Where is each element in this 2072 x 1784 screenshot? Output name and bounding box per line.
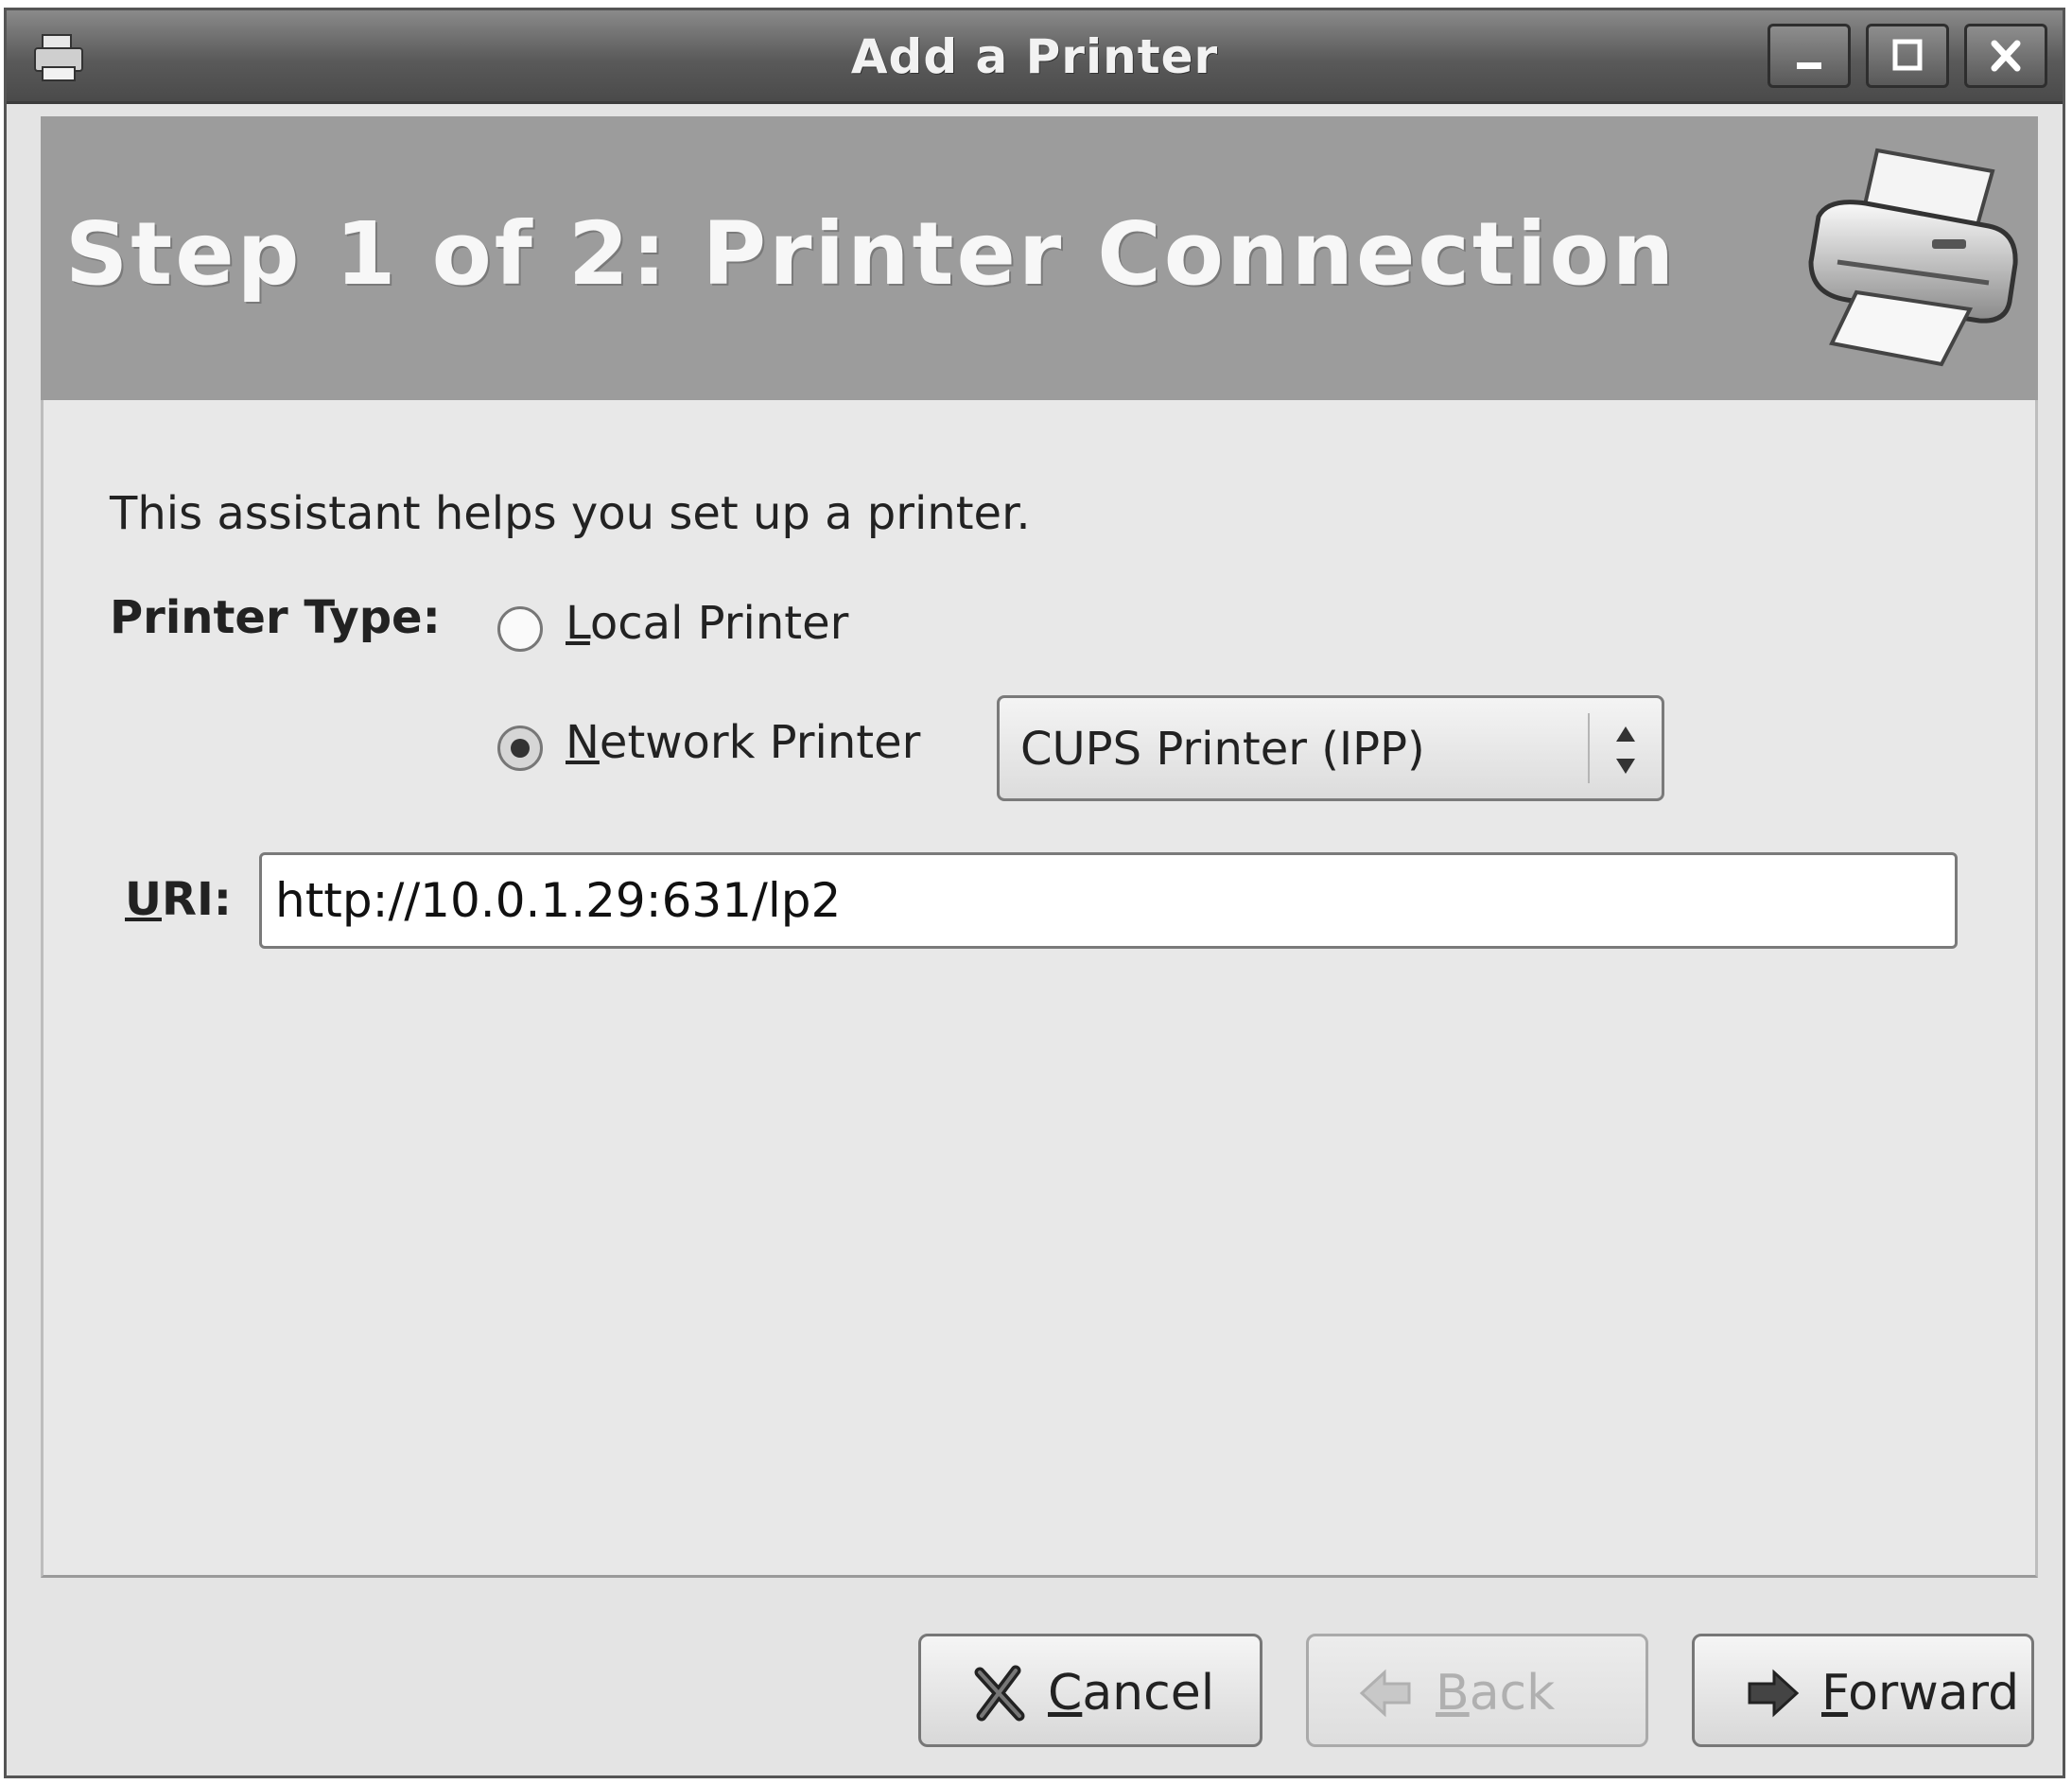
content-pane: This assistant helps you set up a printe… — [41, 400, 2038, 1578]
local-printer-radio[interactable] — [497, 606, 543, 652]
forward-label: Forward — [1821, 1665, 2019, 1722]
minimize-icon — [1797, 62, 1821, 69]
close-icon — [1991, 40, 2021, 72]
step-title: Step 1 of 2: Printer Connection — [65, 203, 1678, 305]
label-text: etwork Printer — [599, 716, 921, 769]
up-down-arrows-icon — [1616, 726, 1635, 774]
forward-arrow-icon — [1748, 1669, 1800, 1718]
mnemonic: F — [1821, 1665, 1849, 1722]
connection-type-value: CUPS Printer (IPP) — [1020, 723, 1425, 776]
cancel-x-icon — [974, 1665, 1025, 1722]
label-text: ocal Printer — [589, 597, 849, 650]
connection-type-select[interactable]: CUPS Printer (IPP) — [997, 695, 1664, 801]
back-label: Back — [1436, 1665, 1555, 1722]
window-title: Add a Printer — [850, 29, 1219, 84]
back-button[interactable]: Back — [1306, 1634, 1648, 1747]
label-text: orward — [1848, 1665, 2020, 1722]
label-text: ancel — [1082, 1665, 1215, 1722]
add-printer-dialog: Add a Printer Step 1 of 2: Printer Conne… — [4, 8, 2065, 1778]
mnemonic: L — [566, 597, 590, 650]
step-banner: Step 1 of 2: Printer Connection — [41, 116, 2038, 400]
uri-label: URI: — [125, 873, 232, 926]
combo-separator — [1588, 713, 1590, 783]
network-printer-label[interactable]: Network Printer — [566, 716, 920, 769]
network-printer-radio[interactable] — [497, 726, 543, 771]
mnemonic: U — [125, 873, 162, 926]
back-arrow-icon — [1359, 1669, 1411, 1718]
printer-icon — [1808, 148, 2018, 367]
printer-type-label: Printer Type: — [110, 591, 441, 644]
label-text: RI: — [161, 873, 232, 926]
cancel-label: Cancel — [1048, 1665, 1214, 1722]
close-button[interactable] — [1964, 24, 2047, 88]
local-printer-label[interactable]: Local Printer — [566, 597, 848, 650]
mnemonic: B — [1436, 1665, 1470, 1722]
minimize-button[interactable] — [1767, 24, 1851, 88]
label-text: ack — [1469, 1665, 1556, 1722]
mnemonic: C — [1048, 1665, 1083, 1722]
title-bar[interactable]: Add a Printer — [7, 10, 2063, 104]
forward-button[interactable]: Forward — [1692, 1634, 2034, 1747]
mnemonic: N — [566, 716, 600, 769]
cancel-button[interactable]: Cancel — [918, 1634, 1262, 1747]
uri-input[interactable] — [259, 852, 1958, 949]
maximize-icon — [1892, 39, 1923, 71]
maximize-button[interactable] — [1866, 24, 1949, 88]
intro-text: This assistant helps you set up a printe… — [110, 487, 1031, 540]
